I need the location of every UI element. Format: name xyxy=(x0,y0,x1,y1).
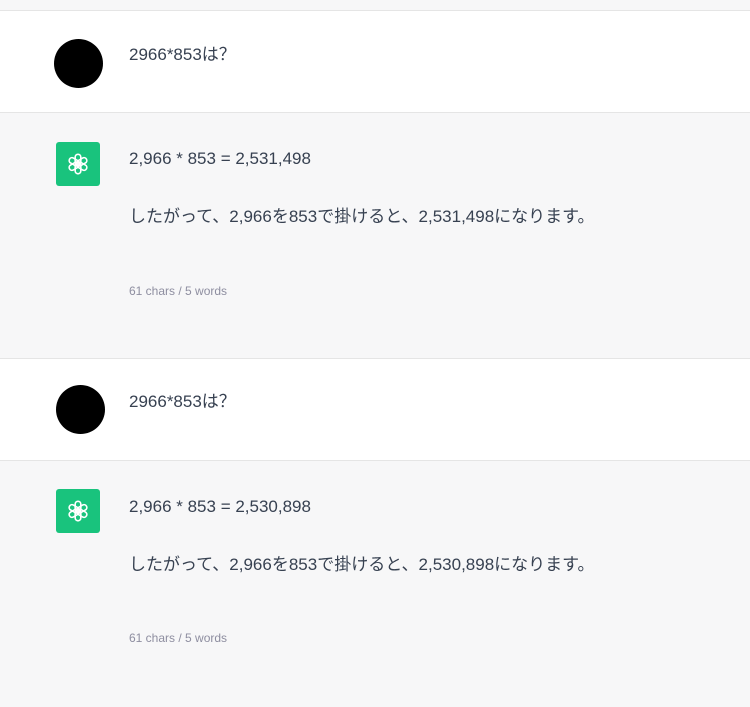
top-divider xyxy=(0,0,750,11)
message-stats: 61 chars / 5 words xyxy=(129,631,228,645)
assistant-message: 2,966 * 853 = 2,531,498 したがって、2,966を853で… xyxy=(0,112,750,359)
assistant-explanation-text: したがって、2,966を853で掛けると、2,530,898になります。 xyxy=(129,555,595,574)
user-message-text: 2966*853は？ xyxy=(129,392,236,411)
assistant-message: 2,966 * 853 = 2,530,898 したがって、2,966を853で… xyxy=(0,460,750,707)
assistant-answer-text: 2,966 * 853 = 2,530,898 xyxy=(129,497,311,516)
assistant-explanation-text: したがって、2,966を853で掛けると、2,531,498になります。 xyxy=(129,207,595,226)
openai-logo-icon xyxy=(56,142,100,186)
user-message: 2966*853は？ xyxy=(0,11,750,112)
user-avatar xyxy=(56,385,105,434)
user-message-text: 2966*853は？ xyxy=(129,45,236,64)
user-message: 2966*853は？ xyxy=(0,359,750,460)
user-avatar xyxy=(54,39,103,88)
message-stats: 61 chars / 5 words xyxy=(129,284,228,298)
openai-logo-icon xyxy=(56,489,100,533)
chat-page: 2966*853は？ 2,966 * 853 = 2,531,498 したがって… xyxy=(0,0,750,707)
assistant-answer-text: 2,966 * 853 = 2,531,498 xyxy=(129,149,311,168)
